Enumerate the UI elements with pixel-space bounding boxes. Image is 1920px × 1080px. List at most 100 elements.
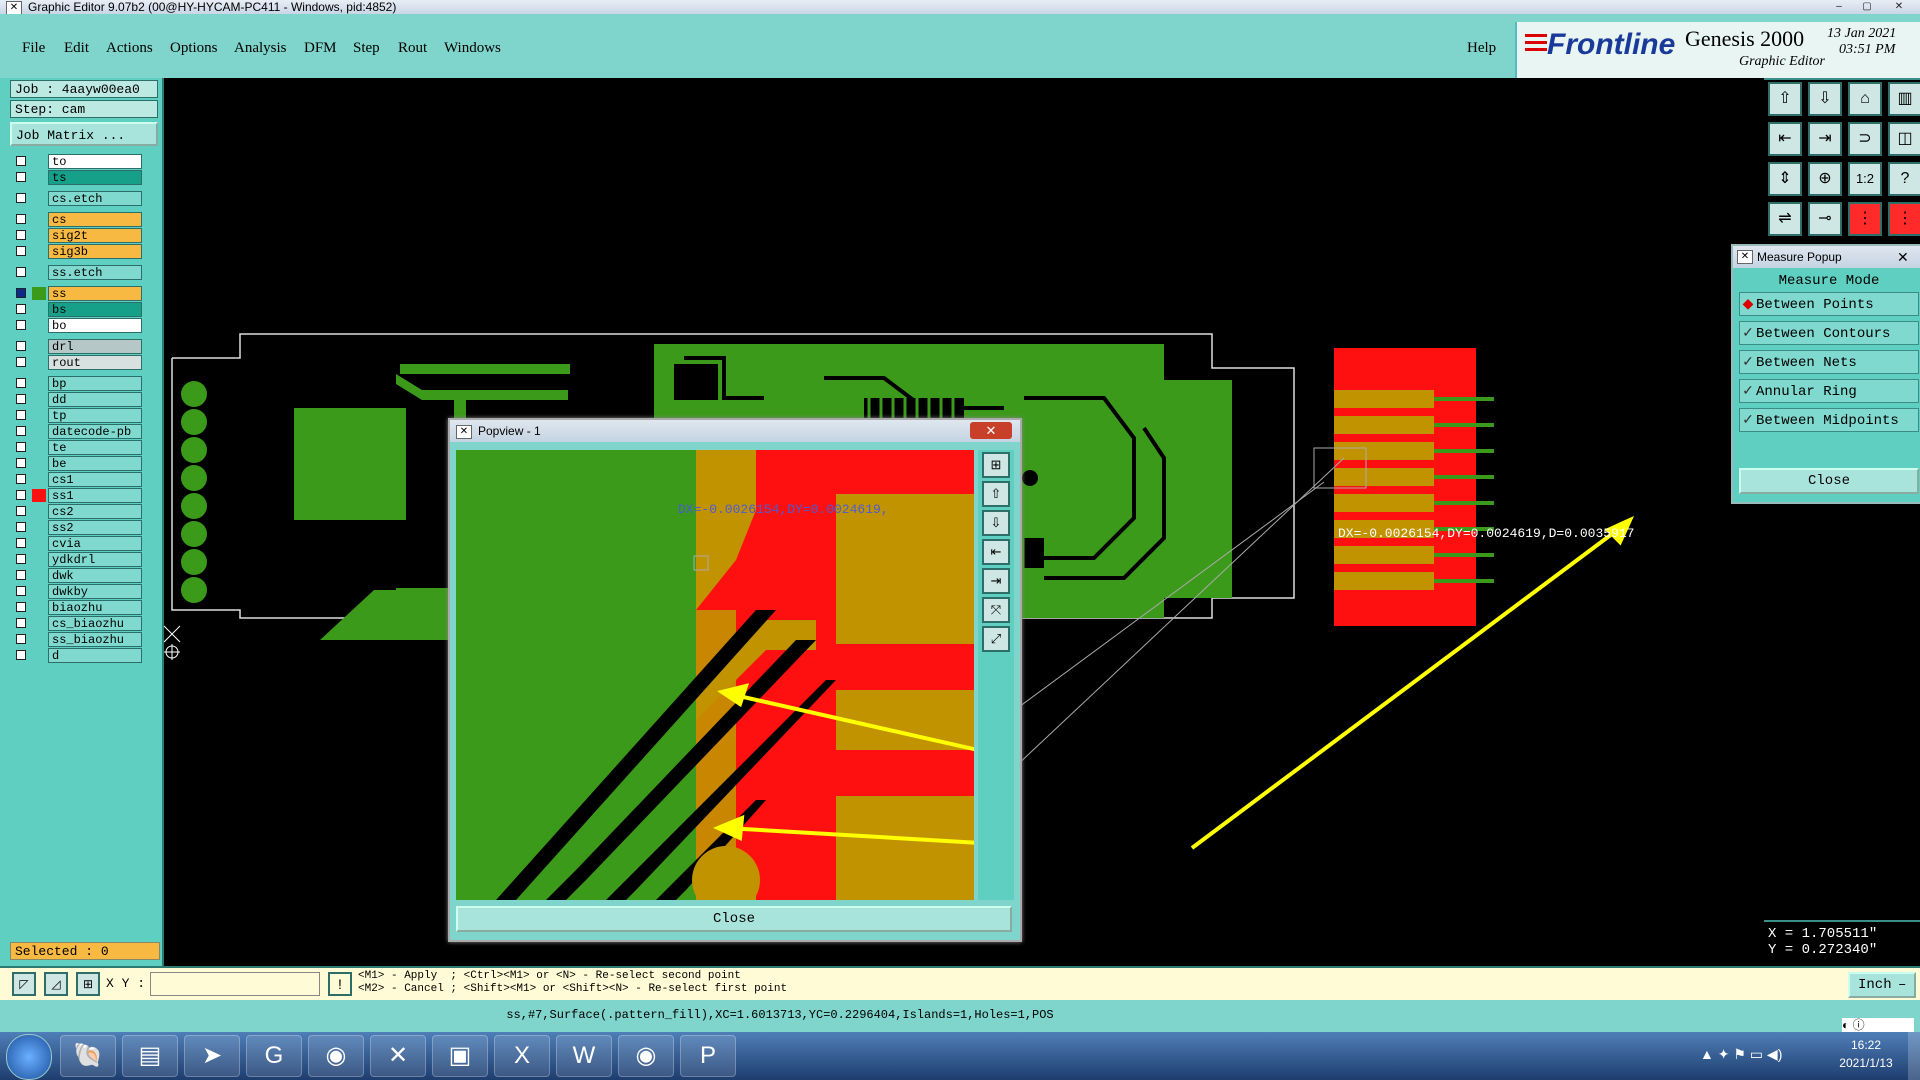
layer-name[interactable]: cs2 (48, 504, 142, 519)
layer-row[interactable]: bs (12, 302, 142, 317)
layer-checkbox[interactable] (16, 193, 26, 203)
expand-icon[interactable]: ⤧ (982, 597, 1010, 623)
layer-name[interactable]: cs (48, 212, 142, 227)
layer-name[interactable]: bs (48, 302, 142, 317)
menu-rout[interactable]: Rout (398, 40, 427, 57)
layer-checkbox[interactable] (16, 394, 26, 404)
layer-row[interactable]: cs2 (12, 504, 142, 519)
measure-popup-close-icon[interactable]: ✕ (1897, 246, 1909, 268)
taskbar-files-icon[interactable]: ▤ (122, 1035, 178, 1077)
menu-actions[interactable]: Actions (106, 40, 153, 57)
job-matrix-button[interactable]: Job Matrix ... (10, 122, 158, 146)
layer-name[interactable]: ydkdrl (48, 552, 142, 567)
zoom-in-icon[interactable]: ⇧ (982, 481, 1010, 507)
start-button[interactable] (6, 1034, 52, 1080)
layer-row[interactable]: datecode-pb (12, 424, 142, 439)
layer-checkbox[interactable] (16, 304, 26, 314)
measure-mode-option[interactable]: ✓ Annular Ring (1739, 379, 1919, 403)
menu-edit[interactable]: Edit (64, 40, 89, 57)
measure-mode-option[interactable]: ✓ Between Nets (1739, 350, 1919, 374)
layer-name[interactable]: biaozhu (48, 600, 142, 615)
taskbar-x-app-icon[interactable]: ✕ (370, 1035, 426, 1077)
tray-icons[interactable]: ▲ ✦ ⚑ ▭ ◀) (1700, 1046, 1782, 1063)
layer-checkbox[interactable] (16, 156, 26, 166)
layer-row[interactable]: be (12, 456, 142, 471)
measure-mode-option[interactable]: ✓ Between Midpoints (1739, 408, 1919, 432)
left-arrow-icon[interactable]: ⇤ (1768, 122, 1802, 156)
taskbar-explorer-icon[interactable]: 🐚 (60, 1035, 116, 1077)
layer-row[interactable]: dd (12, 392, 142, 407)
layer-checkbox[interactable] (16, 506, 26, 516)
layer-name[interactable]: dwk (48, 568, 142, 583)
popview-canvas[interactable]: DX=-0.0026154,DY=0.0024619, (456, 450, 974, 900)
layer-checkbox[interactable] (16, 288, 26, 298)
taskbar-p-app-icon[interactable]: P (680, 1035, 736, 1077)
layer-checkbox[interactable] (16, 522, 26, 532)
grid-tool-icon[interactable]: ⊞ (76, 972, 100, 996)
layer-row[interactable]: bo (12, 318, 142, 333)
taskbar-word-icon[interactable]: W (556, 1035, 612, 1077)
layer-name[interactable]: sig2t (48, 228, 142, 243)
menu-help-label[interactable]: Help (1467, 40, 1497, 57)
minimize-button[interactable]: – (1828, 0, 1850, 13)
layer-name[interactable]: bp (48, 376, 142, 391)
nets2-icon[interactable]: ⋮ (1888, 202, 1920, 236)
layer-row[interactable]: cs1 (12, 472, 142, 487)
zoom-fit-icon[interactable]: ⊞ (982, 452, 1010, 478)
layer-name[interactable]: to (48, 154, 142, 169)
shrink-icon[interactable]: ⤢ (982, 626, 1010, 652)
layer-checkbox[interactable] (16, 426, 26, 436)
layer-checkbox[interactable] (16, 474, 26, 484)
layer-name[interactable]: be (48, 456, 142, 471)
layer-checkbox[interactable] (16, 214, 26, 224)
menu-analysis[interactable]: Analysis (234, 40, 287, 57)
zoom-out-icon[interactable]: ⇩ (982, 510, 1010, 536)
units-selector[interactable]: Inch – (1848, 972, 1916, 998)
taskbar-graphic-icon[interactable]: G (246, 1035, 302, 1077)
layer-checkbox[interactable] (16, 650, 26, 660)
measure-icon[interactable]: ◫ (1888, 122, 1920, 156)
layer-checkbox[interactable] (16, 442, 26, 452)
menu-step[interactable]: Step (353, 40, 380, 57)
layer-name[interactable]: ss.etch (48, 265, 142, 280)
layer-name[interactable]: cs_biaozhu (48, 616, 142, 631)
measure-mode-option[interactable]: ✓ Between Contours (1739, 321, 1919, 345)
layer-row[interactable]: ydkdrl (12, 552, 142, 567)
layer-row[interactable]: ts (12, 170, 142, 185)
layer-checkbox[interactable] (16, 634, 26, 644)
layer-row[interactable]: cvia (12, 536, 142, 551)
layer-row[interactable]: drl (12, 339, 142, 354)
zoom-out-icon[interactable]: ⇩ (1808, 82, 1842, 116)
layer-name[interactable]: te (48, 440, 142, 455)
menu-file[interactable]: File (22, 40, 45, 57)
layer-name[interactable]: tp (48, 408, 142, 423)
layer-row[interactable]: d (12, 648, 142, 663)
layer-checkbox[interactable] (16, 172, 26, 182)
layer-checkbox[interactable] (16, 554, 26, 564)
home-icon[interactable]: ⌂ (1848, 82, 1882, 116)
fit-icon[interactable]: ⇕ (1768, 162, 1802, 196)
measure-close-button[interactable]: Close (1739, 468, 1919, 494)
layer-name[interactable]: sig3b (48, 244, 142, 259)
layer-checkbox[interactable] (16, 246, 26, 256)
ratio-icon[interactable]: 1:2 (1848, 162, 1882, 196)
pin-icon[interactable]: ⊸ (1808, 202, 1842, 236)
exclamation-button[interactable]: ! (328, 972, 352, 996)
layer-name[interactable]: dd (48, 392, 142, 407)
maximize-button[interactable]: ▢ (1856, 0, 1878, 13)
panel-icon[interactable]: ▥ (1888, 82, 1920, 116)
layer-row[interactable]: biaozhu (12, 600, 142, 615)
menu-windows[interactable]: Windows (444, 40, 501, 57)
flip-icon[interactable]: ⇌ (1768, 202, 1802, 236)
layer-name[interactable]: datecode-pb (48, 424, 142, 439)
taskbar-excel-icon[interactable]: X (494, 1035, 550, 1077)
layer-row[interactable]: bp (12, 376, 142, 391)
layer-name[interactable]: cvia (48, 536, 142, 551)
layer-row[interactable]: sig2t (12, 228, 142, 243)
layer-row[interactable]: cs (12, 212, 142, 227)
select-tool-icon[interactable]: ◸ (12, 972, 36, 996)
layer-checkbox[interactable] (16, 586, 26, 596)
layer-checkbox[interactable] (16, 602, 26, 612)
help-icon[interactable]: ? (1888, 162, 1920, 196)
layer-row[interactable]: tp (12, 408, 142, 423)
